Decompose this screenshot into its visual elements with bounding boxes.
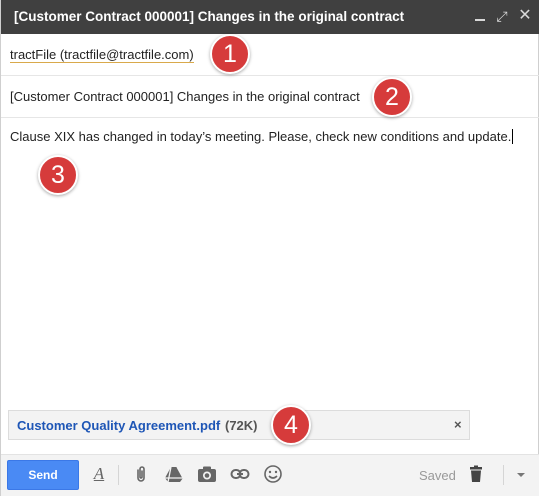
attachment-name[interactable]: Customer Quality Agreement.pdf bbox=[17, 418, 220, 433]
emoji-icon[interactable] bbox=[263, 464, 283, 484]
compose-title-bar[interactable]: [Customer Contract 000001] Changes in th… bbox=[1, 0, 539, 34]
subject-field[interactable]: [Customer Contract 000001] Changes in th… bbox=[1, 76, 539, 118]
expand-icon[interactable]: ⤢ bbox=[495, 8, 509, 24]
attachment-size: (72K) bbox=[225, 418, 258, 433]
message-body-text: Clause XIX has changed in today’s meetin… bbox=[10, 129, 512, 144]
message-body[interactable]: Clause XIX has changed in today’s meetin… bbox=[10, 129, 514, 144]
callout-badge-1: 1 bbox=[210, 34, 250, 74]
trash-icon[interactable] bbox=[466, 464, 486, 484]
remove-attachment-icon[interactable]: × bbox=[454, 417, 462, 432]
callout-badge-3: 3 bbox=[38, 155, 78, 195]
subject-text: [Customer Contract 000001] Changes in th… bbox=[10, 89, 360, 104]
window-title: [Customer Contract 000001] Changes in th… bbox=[14, 9, 405, 24]
to-field[interactable]: tractFile (tractfile@tractfile.com) bbox=[1, 34, 539, 76]
toolbar-divider bbox=[118, 465, 119, 485]
send-button[interactable]: Send bbox=[7, 460, 79, 490]
attach-icon[interactable] bbox=[131, 464, 151, 484]
minimize-icon[interactable] bbox=[473, 8, 487, 24]
text-cursor bbox=[512, 129, 514, 144]
photo-icon[interactable] bbox=[197, 464, 217, 484]
saved-status: Saved bbox=[419, 468, 456, 483]
link-icon[interactable] bbox=[230, 464, 250, 484]
close-icon[interactable]: ✕ bbox=[518, 8, 532, 24]
callout-badge-2: 2 bbox=[372, 77, 412, 117]
more-options-icon[interactable] bbox=[511, 464, 531, 484]
recipient-chip[interactable]: tractFile (tractfile@tractfile.com) bbox=[10, 47, 194, 63]
drive-icon[interactable] bbox=[164, 464, 184, 484]
toolbar-divider bbox=[503, 465, 504, 485]
compose-toolbar: Send A Saved bbox=[1, 454, 539, 496]
attachment-chip[interactable]: Customer Quality Agreement.pdf (72K) × bbox=[8, 410, 470, 440]
format-text-icon[interactable]: A bbox=[89, 464, 109, 484]
compose-window: [Customer Contract 000001] Changes in th… bbox=[0, 0, 539, 496]
callout-badge-4: 4 bbox=[271, 405, 311, 445]
